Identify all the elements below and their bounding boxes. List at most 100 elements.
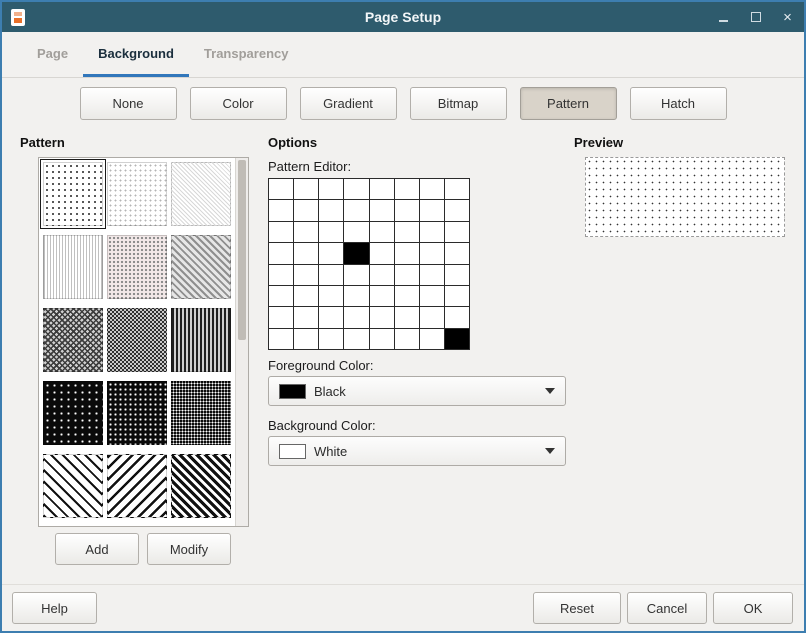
editor-cell-r0c4[interactable] — [370, 179, 394, 199]
editor-cell-r2c6[interactable] — [420, 222, 444, 242]
editor-cell-r4c7[interactable] — [445, 265, 469, 285]
editor-cell-r1c3[interactable] — [344, 200, 368, 220]
pattern-swatch-black-dots-fine[interactable] — [171, 381, 231, 445]
fill-type-none-button[interactable]: None — [80, 87, 177, 120]
foreground-color-dropdown[interactable]: Black — [268, 376, 566, 406]
editor-cell-r0c5[interactable] — [395, 179, 419, 199]
modify-button[interactable]: Modify — [147, 533, 231, 565]
editor-cell-r2c1[interactable] — [294, 222, 318, 242]
editor-cell-r4c6[interactable] — [420, 265, 444, 285]
editor-cell-r5c5[interactable] — [395, 286, 419, 306]
editor-cell-r0c6[interactable] — [420, 179, 444, 199]
editor-cell-r3c5[interactable] — [395, 243, 419, 263]
fill-type-bitmap-button[interactable]: Bitmap — [410, 87, 507, 120]
editor-cell-r7c0[interactable] — [269, 329, 293, 349]
editor-cell-r5c4[interactable] — [370, 286, 394, 306]
app-document-icon[interactable] — [11, 9, 25, 26]
reset-button[interactable]: Reset — [533, 592, 621, 624]
scrollbar-thumb[interactable] — [238, 160, 246, 340]
pattern-swatch-vertical-fine-light[interactable] — [43, 235, 103, 299]
tab-transparency[interactable]: Transparency — [189, 32, 304, 77]
fill-type-pattern-button[interactable]: Pattern — [520, 87, 617, 120]
editor-cell-r3c2[interactable] — [319, 243, 343, 263]
editor-cell-r6c5[interactable] — [395, 307, 419, 327]
editor-cell-r7c7[interactable] — [445, 329, 469, 349]
minimize-button[interactable] — [716, 10, 731, 25]
editor-cell-r6c0[interactable] — [269, 307, 293, 327]
editor-cell-r6c4[interactable] — [370, 307, 394, 327]
editor-cell-r2c4[interactable] — [370, 222, 394, 242]
editor-cell-r4c5[interactable] — [395, 265, 419, 285]
editor-cell-r7c2[interactable] — [319, 329, 343, 349]
pattern-swatch-vertical-dense-dark[interactable] — [171, 308, 231, 372]
editor-cell-r6c2[interactable] — [319, 307, 343, 327]
help-button[interactable]: Help — [12, 592, 97, 624]
editor-cell-r3c4[interactable] — [370, 243, 394, 263]
pattern-list-scrollbar[interactable] — [235, 158, 248, 526]
pattern-swatch-checker-dense[interactable] — [107, 308, 167, 372]
editor-cell-r0c3[interactable] — [344, 179, 368, 199]
fill-type-hatch-button[interactable]: Hatch — [630, 87, 727, 120]
editor-cell-r1c7[interactable] — [445, 200, 469, 220]
pattern-swatch-black-dots-sparse[interactable] — [43, 381, 103, 445]
pattern-swatch-diagonal-dense-lines[interactable] — [171, 454, 231, 518]
editor-cell-r1c1[interactable] — [294, 200, 318, 220]
fill-type-gradient-button[interactable]: Gradient — [300, 87, 397, 120]
ok-button[interactable]: OK — [713, 592, 793, 624]
add-button[interactable]: Add — [55, 533, 139, 565]
pattern-swatch-diagonal-medium[interactable] — [171, 235, 231, 299]
editor-cell-r2c5[interactable] — [395, 222, 419, 242]
editor-cell-r3c6[interactable] — [420, 243, 444, 263]
editor-cell-r5c1[interactable] — [294, 286, 318, 306]
editor-cell-r5c2[interactable] — [319, 286, 343, 306]
editor-cell-r5c7[interactable] — [445, 286, 469, 306]
editor-cell-r0c0[interactable] — [269, 179, 293, 199]
editor-cell-r1c5[interactable] — [395, 200, 419, 220]
editor-cell-r1c4[interactable] — [370, 200, 394, 220]
editor-cell-r3c0[interactable] — [269, 243, 293, 263]
background-color-dropdown[interactable]: White — [268, 436, 566, 466]
editor-cell-r0c7[interactable] — [445, 179, 469, 199]
editor-cell-r2c2[interactable] — [319, 222, 343, 242]
close-button[interactable]: × — [780, 10, 795, 25]
editor-cell-r7c1[interactable] — [294, 329, 318, 349]
editor-cell-r2c7[interactable] — [445, 222, 469, 242]
editor-cell-r2c0[interactable] — [269, 222, 293, 242]
pattern-swatch-diagonal-fine-light[interactable] — [171, 162, 231, 226]
pattern-swatch-black-dots-medium[interactable] — [107, 381, 167, 445]
editor-cell-r4c1[interactable] — [294, 265, 318, 285]
editor-cell-r7c6[interactable] — [420, 329, 444, 349]
pattern-swatch-dots-sparse-dark[interactable] — [43, 162, 103, 226]
editor-cell-r6c6[interactable] — [420, 307, 444, 327]
pattern-swatch-dots-sparse-light[interactable] — [107, 162, 167, 226]
editor-cell-r0c1[interactable] — [294, 179, 318, 199]
editor-cell-r4c2[interactable] — [319, 265, 343, 285]
tab-page[interactable]: Page — [22, 32, 83, 77]
editor-cell-r6c1[interactable] — [294, 307, 318, 327]
pattern-swatch-crosshatch-dense[interactable] — [43, 308, 103, 372]
editor-cell-r4c4[interactable] — [370, 265, 394, 285]
editor-cell-r5c0[interactable] — [269, 286, 293, 306]
editor-cell-r4c0[interactable] — [269, 265, 293, 285]
restore-button[interactable] — [748, 10, 763, 25]
editor-cell-r6c7[interactable] — [445, 307, 469, 327]
pattern-swatch-diagonal-down-lines[interactable] — [107, 454, 167, 518]
fill-type-color-button[interactable]: Color — [190, 87, 287, 120]
editor-cell-r2c3[interactable] — [344, 222, 368, 242]
pattern-swatch-diagonal-up-lines[interactable] — [43, 454, 103, 518]
editor-cell-r1c2[interactable] — [319, 200, 343, 220]
editor-cell-r3c1[interactable] — [294, 243, 318, 263]
tab-background[interactable]: Background — [83, 32, 189, 77]
editor-cell-r0c2[interactable] — [319, 179, 343, 199]
editor-cell-r7c5[interactable] — [395, 329, 419, 349]
editor-cell-r3c7[interactable] — [445, 243, 469, 263]
editor-cell-r6c3[interactable] — [344, 307, 368, 327]
editor-cell-r3c3[interactable] — [344, 243, 368, 263]
editor-cell-r7c3[interactable] — [344, 329, 368, 349]
editor-cell-r4c3[interactable] — [344, 265, 368, 285]
editor-cell-r1c6[interactable] — [420, 200, 444, 220]
editor-cell-r1c0[interactable] — [269, 200, 293, 220]
editor-cell-r5c3[interactable] — [344, 286, 368, 306]
editor-cell-r5c6[interactable] — [420, 286, 444, 306]
pattern-swatch-dots-medium[interactable] — [107, 235, 167, 299]
